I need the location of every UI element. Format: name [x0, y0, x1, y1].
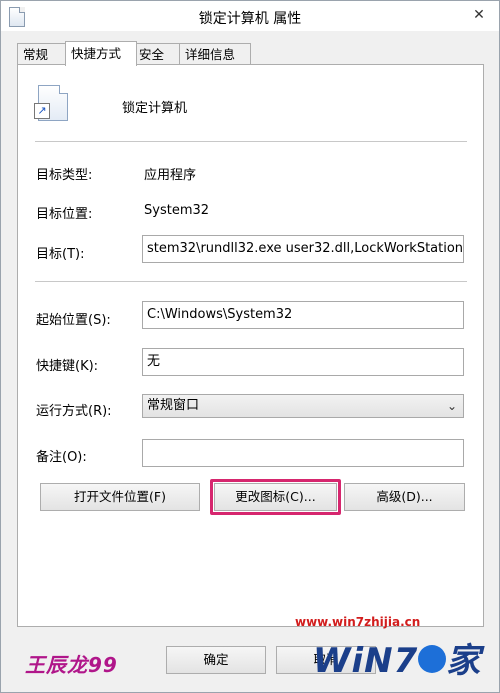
watermark-text: 王辰龙99 — [25, 653, 118, 677]
target-location-label: 目标位置: — [36, 207, 93, 222]
target-location-value: System32 — [144, 203, 210, 218]
target-label: 目标(T): — [36, 247, 85, 262]
run-label: 运行方式(R): — [36, 404, 112, 419]
close-button[interactable]: ✕ — [465, 4, 493, 26]
tab-details[interactable]: 详细信息 — [179, 43, 251, 65]
divider — [35, 141, 467, 142]
shortcut-panel: ↗ 锁定计算机 目标类型: 应用程序 目标位置: System32 目标(T):… — [17, 64, 484, 627]
watermark-logo: WiN7 家 — [313, 633, 481, 682]
target-type-label: 目标类型: — [36, 168, 93, 183]
change-icon-button[interactable]: 更改图标(C)... — [214, 483, 337, 511]
run-select-value: 常规窗口 — [147, 398, 200, 413]
watermark-url: www.win7zhijia.cn — [295, 615, 421, 629]
comment-label: 备注(O): — [36, 450, 87, 465]
title-bar: 锁定计算机 属性 ✕ — [1, 1, 499, 31]
tab-shortcut[interactable]: 快捷方式 — [65, 41, 137, 66]
watermark-logo-text: WiN7 — [313, 641, 419, 681]
target-value: stem32\rundll32.exe user32.dll,LockWorkS… — [147, 241, 464, 256]
logo-circle — [418, 644, 447, 673]
comment-field[interactable] — [142, 439, 464, 467]
watermark-logo-char: 家 — [446, 641, 482, 681]
target-field[interactable]: stem32\rundll32.exe user32.dll,LockWorkS… — [142, 235, 464, 263]
run-select[interactable]: 常规窗口 ⌄ — [142, 394, 464, 418]
divider — [35, 281, 467, 282]
start-in-label: 起始位置(S): — [36, 313, 111, 328]
start-in-field[interactable]: C:\Windows\System32 — [142, 301, 464, 329]
tab-general[interactable]: 常规 — [17, 43, 67, 65]
properties-window: 锁定计算机 属性 ✕ 常规 快捷方式 安全 详细信息 ↗ 锁定计算机 目标类型:… — [0, 0, 500, 693]
target-type-value: 应用程序 — [144, 168, 197, 183]
ok-button[interactable]: 确定 — [166, 646, 266, 674]
window-title: 锁定计算机 属性 — [198, 11, 302, 27]
open-file-location-button[interactable]: 打开文件位置(F) — [40, 483, 200, 511]
advanced-button[interactable]: 高级(D)... — [344, 483, 465, 511]
tab-security[interactable]: 安全 — [133, 43, 183, 65]
hotkey-label: 快捷键(K): — [36, 359, 99, 374]
shortcut-arrow-icon: ↗ — [34, 103, 50, 119]
chevron-down-icon: ⌄ — [446, 399, 457, 413]
shortcut-name: 锁定计算机 — [122, 101, 188, 116]
hotkey-field[interactable]: 无 — [142, 348, 464, 376]
